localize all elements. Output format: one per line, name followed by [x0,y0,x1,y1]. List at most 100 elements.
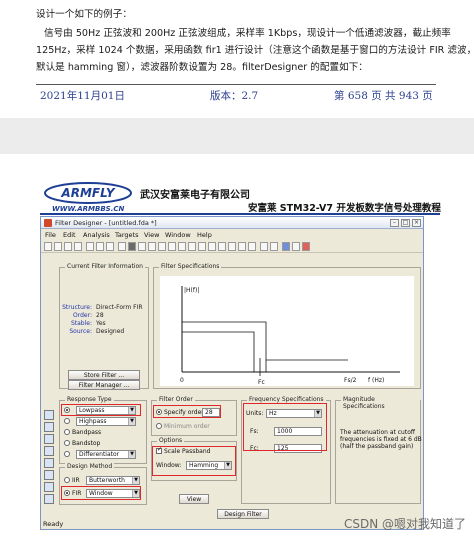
menu-file[interactable]: File [45,231,56,239]
title-bar: Filter Designer - [untitled.fda *] – □ × [41,217,423,229]
filter-specs-title: Filter Specifications [159,263,222,270]
mag-note-line-2: frequencies is fixed at 6 dB [340,436,422,443]
status-bar: Ready [43,520,64,528]
tick-zero: 0 [180,377,184,384]
quantize-panel-icon[interactable] [44,446,54,456]
order-highlight [153,405,221,418]
info-icon[interactable] [218,242,226,251]
filter-specs-panel: Filter Specifications |H(f)| 0 Fc Fs/2 f… [153,263,421,389]
full-view-icon[interactable] [106,242,114,251]
window-title: Filter Designer - [untitled.fda *] [55,219,157,227]
zoom-out-icon[interactable] [96,242,104,251]
pole-zero-editor-icon[interactable] [44,482,54,492]
design-panel-icon[interactable] [44,410,54,420]
print-icon[interactable] [74,242,82,251]
minimum-order-radio[interactable]: Minimum order [156,423,210,430]
save-icon[interactable] [64,242,72,251]
legend-icon[interactable] [260,242,268,251]
zoom-in-icon[interactable] [86,242,94,251]
transform-panel-icon[interactable] [44,434,54,444]
mag-specs-title: Magnitude Specifications [341,396,420,410]
footer-date: 2021年11月01日 [40,90,125,102]
book-title: 安富莱 STM32-V7 开发板数字信号处理教程 [248,203,441,214]
import-panel-icon[interactable] [44,422,54,432]
toolbar [41,241,423,253]
differentiator-radio[interactable] [64,451,72,458]
fvtool-icon[interactable] [282,242,290,251]
store-filter-button[interactable]: Store Filter ... [68,370,140,380]
page-gap [0,118,474,154]
coefficients-icon[interactable] [208,242,216,251]
bandpass-radio[interactable]: Bandpass [64,429,101,436]
minimize-icon[interactable]: – [390,219,399,227]
mag-phase-icon[interactable] [148,242,156,251]
round-off-icon[interactable] [248,242,256,251]
specs-icon[interactable] [118,242,126,251]
menu-analysis[interactable]: Analysis [83,231,110,239]
highpass-select[interactable]: Highpass ▼ [76,417,136,426]
grid-icon[interactable] [270,242,278,251]
cost-icon[interactable] [228,242,236,251]
app-icon [44,219,52,227]
filter-order-title: Filter Order [157,396,195,403]
menu-view[interactable]: View [144,231,159,239]
menu-targets[interactable]: Targets [115,231,139,239]
close-icon[interactable]: × [412,219,421,227]
step-icon[interactable] [188,242,196,251]
footer-pages: 第 658 页 共 943 页 [334,90,433,102]
filter-manager-button[interactable]: Filter Manager ... [68,380,140,390]
doc-para-line-1: 设计一个如下的例子： [36,9,132,20]
design-method-title: Design Method [65,463,115,470]
company-name: 武汉安富莱电子有限公司 [140,190,250,201]
phase-icon[interactable] [138,242,146,251]
maximize-icon[interactable]: □ [401,219,410,227]
csdn-watermark: CSDN @嗯对我知道了 [343,517,466,531]
tick-fs2: Fs/2 [344,377,357,384]
multirate-panel-icon[interactable] [44,470,54,480]
freq-highlight [243,403,327,451]
pole-zero-icon[interactable] [198,242,206,251]
freq-specs-title: Frequency Specifications [247,396,326,403]
menu-edit[interactable]: Edit [63,231,76,239]
response-type-title: Response Type [65,396,114,403]
realize-panel-icon[interactable] [44,458,54,468]
doc-para-line-2: 信号由 50Hz 正弦波和 200Hz 正弦波组成，采样率 1Kbps，现设计一… [44,28,451,39]
footer-rule [36,84,436,85]
bandstop-radio[interactable]: Bandstop [64,440,100,447]
group-delay-icon[interactable] [158,242,166,251]
highpass-radio[interactable] [64,418,72,425]
mag-specs-panel: Magnitude Specifications The attenuation… [335,396,422,504]
mag-note-line-1: The attenuation at cutoff [340,429,416,436]
view-button[interactable]: View [179,494,209,504]
differentiator-select[interactable]: Differentiator ▼ [76,450,136,459]
tick-fc: Fc [258,379,265,386]
tick-fhz: f (Hz) [368,377,384,384]
phase-delay-icon[interactable] [168,242,176,251]
armfly-logo: ARMFLY [44,182,132,204]
menu-window[interactable]: Window [165,231,191,239]
mag-note-line-3: (half the passband gain) [340,443,414,450]
iir-select[interactable]: Butterworth ▼ [86,476,140,485]
new-icon[interactable] [44,242,52,251]
doc-para-line-3: 125Hz，采样 1024 个数据，采用函数 fir1 进行设计（注意这个函数是… [36,45,474,56]
design-filter-button[interactable]: Design Filter [217,509,269,519]
iir-radio[interactable]: IIR [64,477,80,484]
filter-designer-window: Filter Designer - [untitled.fda *] – □ ×… [40,216,424,530]
current-filter-panel: Current Filter Information Structure: Dir… [59,263,149,390]
lowpass-highlight [61,404,141,416]
impulse-icon[interactable] [178,242,186,251]
options-highlight [152,446,236,476]
magnitude-icon[interactable] [128,242,136,251]
reconfigure-panel-icon[interactable] [44,494,54,504]
whats-this-icon[interactable] [292,242,300,251]
fir-highlight [61,486,141,500]
noise-icon[interactable] [238,242,246,251]
menu-help[interactable]: Help [197,231,212,239]
logo-text: ARMFLY [60,186,115,200]
footer-version: 版本：2.7 [210,90,259,102]
options-title: Options [157,437,185,444]
open-icon[interactable] [54,242,62,251]
logo-url: WWW.ARMBBS.CN [52,205,125,213]
ylabel-text: |H(f)| [184,287,199,294]
help-icon[interactable] [302,242,310,251]
